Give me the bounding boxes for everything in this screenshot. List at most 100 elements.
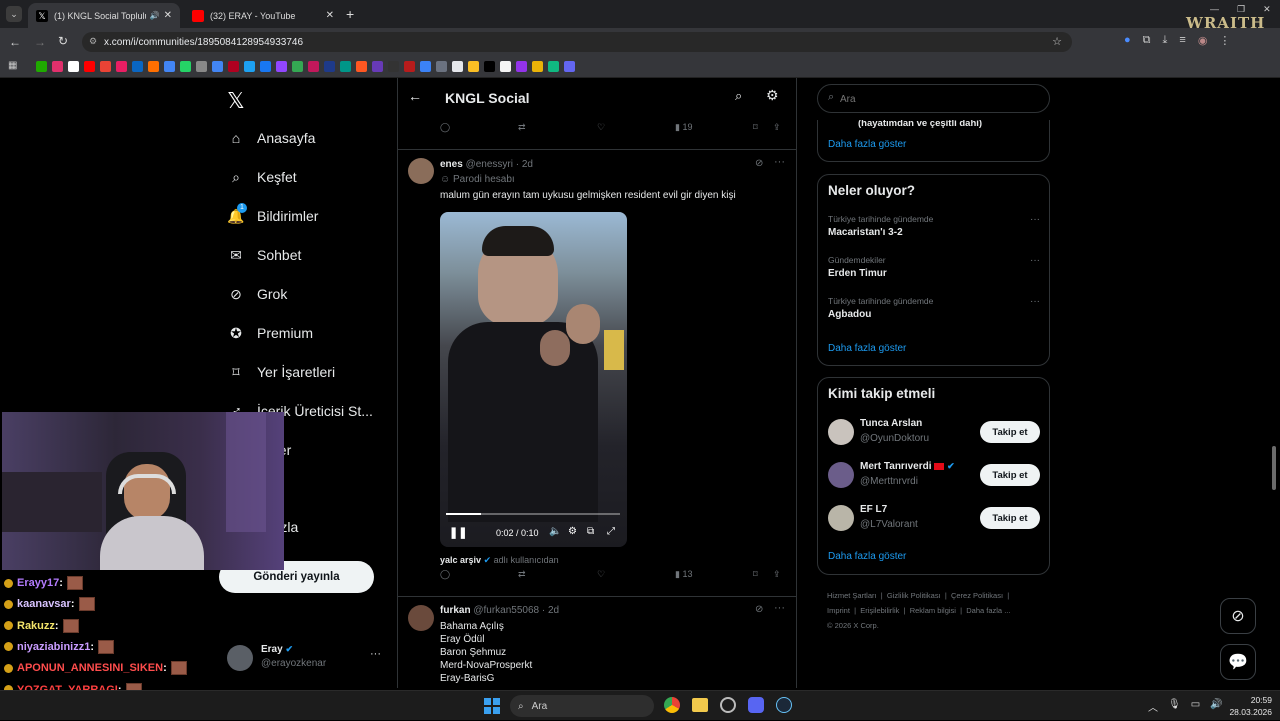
sidebar-item-3[interactable]: ✉ Sohbet: [227, 240, 301, 270]
follow-button[interactable]: Takip et: [980, 421, 1040, 443]
bookmark-favicon-icon[interactable]: [484, 61, 495, 72]
follow-suggestion[interactable]: Mert Tanrıverdi ✔ @Merttnrvrdi Takip et: [828, 459, 1041, 491]
bookmark-favicon-icon[interactable]: [404, 61, 415, 72]
trend-item[interactable]: Gündemdekiler Erden Timur ···: [828, 255, 1040, 285]
tab-close-icon[interactable]: ✕: [326, 10, 334, 21]
sidebar-item-0[interactable]: ⌂ Anasayfa: [227, 123, 316, 153]
messages-float-button[interactable]: 💬: [1220, 644, 1256, 680]
trend-item[interactable]: Türkiye tarihinde gündemde Agbadou ···: [828, 296, 1040, 326]
bookmark-favicon-icon[interactable]: [244, 61, 255, 72]
bookmark-favicon-icon[interactable]: [500, 61, 511, 72]
footer-link[interactable]: Daha fazla ...: [966, 606, 1010, 615]
account-more-icon[interactable]: ···: [370, 648, 381, 660]
post-enes[interactable]: enes @enessyri · 2d ⊘ ··· ☺ Parodi hesab…: [398, 150, 796, 596]
bookmark-favicon-icon[interactable]: [388, 61, 399, 72]
pause-icon[interactable]: ❚❚: [449, 526, 467, 539]
media-control-icon[interactable]: ≡: [1179, 34, 1185, 47]
microphone-icon[interactable]: 🎙: [1168, 699, 1181, 714]
app-icon[interactable]: [720, 697, 736, 713]
discord-icon[interactable]: [748, 697, 764, 713]
trend-more-icon[interactable]: ···: [1030, 255, 1040, 266]
post-time[interactable]: · 2d: [542, 605, 559, 616]
views-icon[interactable]: ▮ 19: [675, 122, 692, 133]
bookmark-favicon-icon[interactable]: [164, 61, 175, 72]
follow-suggestion[interactable]: EF L7 @L7Valorant Takip et: [828, 502, 1041, 534]
author-name[interactable]: enes: [440, 159, 463, 170]
site-info-icon[interactable]: ⚙: [89, 36, 97, 47]
views-icon[interactable]: ▮ 13: [675, 569, 692, 580]
chrome-icon[interactable]: [664, 697, 680, 713]
clock[interactable]: 20:59 28.03.2026: [1226, 694, 1272, 718]
bookmark-favicon-icon[interactable]: [180, 61, 191, 72]
share-icon[interactable]: ⇪: [773, 122, 781, 133]
like-icon[interactable]: ♡: [597, 569, 605, 580]
volume-icon[interactable]: 🔊: [1210, 699, 1222, 714]
video-progress-track[interactable]: [446, 513, 620, 515]
author-handle[interactable]: @enessyri: [466, 159, 513, 170]
grok-float-button[interactable]: ⊘: [1220, 598, 1256, 634]
bookmark-favicon-icon[interactable]: [516, 61, 527, 72]
bookmark-favicon-icon[interactable]: [292, 61, 303, 72]
back-icon[interactable]: ←: [9, 35, 21, 49]
tab-search-button[interactable]: ⌄: [6, 6, 22, 22]
sidebar-item-5[interactable]: ✪ Premium: [227, 318, 313, 348]
extension-icon[interactable]: ●: [1124, 34, 1131, 47]
sidebar-item-1[interactable]: ⌕ Keşfet: [227, 162, 297, 192]
picture-in-picture-icon[interactable]: ⧉: [587, 526, 594, 537]
bookmark-favicon-icon[interactable]: [548, 61, 559, 72]
grok-icon[interactable]: ⊘: [755, 604, 763, 615]
reply-icon[interactable]: ◯: [440, 122, 450, 133]
post-time[interactable]: · 2d: [516, 159, 533, 170]
search-box[interactable]: ⌕: [817, 84, 1050, 113]
sidebar-item-2[interactable]: 🔔 1 Bildirimler: [227, 201, 318, 231]
download-icon[interactable]: ⤓: [1163, 34, 1168, 47]
follow-suggestion[interactable]: Tunca Arslan @OyunDoktoru Takip et: [828, 416, 1041, 448]
bookmark-favicon-icon[interactable]: [436, 61, 447, 72]
bookmark-favicon-icon[interactable]: [212, 61, 223, 72]
bookmark-favicon-icon[interactable]: [132, 61, 143, 72]
bookmark-favicon-icon[interactable]: [148, 61, 159, 72]
bookmark-favicon-icon[interactable]: [468, 61, 479, 72]
show-more-link[interactable]: Daha fazla göster: [828, 139, 906, 150]
author-handle[interactable]: @furkan55068: [473, 605, 539, 616]
footer-link[interactable]: Hizmet Şartları: [827, 591, 877, 600]
network-icon[interactable]: ▭: [1191, 699, 1200, 714]
show-more-link[interactable]: Daha fazla göster: [828, 343, 906, 354]
bookmark-favicon-icon[interactable]: [228, 61, 239, 72]
bookmark-favicon-icon[interactable]: [356, 61, 367, 72]
grok-icon[interactable]: ⊘: [755, 158, 763, 169]
post-more-icon[interactable]: ···: [774, 156, 785, 168]
footer-link[interactable]: Reklam bilgisi: [910, 606, 956, 615]
taskbar-search[interactable]: ⌕ Ara: [510, 695, 654, 717]
bookmark-icon[interactable]: ⌑: [753, 122, 758, 133]
bookmark-favicon-icon[interactable]: [564, 61, 575, 72]
bookmark-favicon-icon[interactable]: [420, 61, 431, 72]
tab-close-icon[interactable]: ✕: [164, 10, 172, 21]
bookmark-favicon-icon[interactable]: [276, 61, 287, 72]
menu-icon[interactable]: ⋮: [1219, 34, 1230, 47]
follow-button[interactable]: Takip et: [980, 464, 1040, 486]
bookmark-favicon-icon[interactable]: [84, 61, 95, 72]
bookmark-favicon-icon[interactable]: [68, 61, 79, 72]
author-name[interactable]: furkan: [440, 605, 471, 616]
bookmark-favicon-icon[interactable]: [324, 61, 335, 72]
steam-icon[interactable]: [776, 697, 792, 713]
profile-icon[interactable]: ◉: [1198, 34, 1208, 47]
bookmark-favicon-icon[interactable]: [100, 61, 111, 72]
start-button-icon[interactable]: [484, 698, 500, 714]
puzzle-icon[interactable]: ⧉: [1143, 34, 1151, 47]
tab-x-community[interactable]: 𝕏 (1) KNGL Social Topluluk / X 🔊 ✕: [28, 3, 180, 28]
apps-icon[interactable]: ▦: [8, 60, 17, 71]
like-icon[interactable]: ♡: [597, 122, 605, 133]
bookmark-favicon-icon[interactable]: [260, 61, 271, 72]
fullscreen-icon[interactable]: ⤢: [607, 526, 615, 537]
video-settings-icon[interactable]: ⚙: [568, 526, 577, 537]
volume-icon[interactable]: 🔈: [549, 526, 561, 537]
show-more-link[interactable]: Daha fazla göster: [828, 551, 906, 562]
bookmark-favicon-icon[interactable]: [36, 61, 47, 72]
tab-youtube[interactable]: (32) ERAY - YouTube ✕: [184, 3, 342, 28]
reply-icon[interactable]: ◯: [440, 569, 450, 580]
footer-link[interactable]: Çerez Politikası: [951, 591, 1003, 600]
bookmark-favicon-icon[interactable]: [452, 61, 463, 72]
file-explorer-icon[interactable]: [692, 698, 708, 712]
